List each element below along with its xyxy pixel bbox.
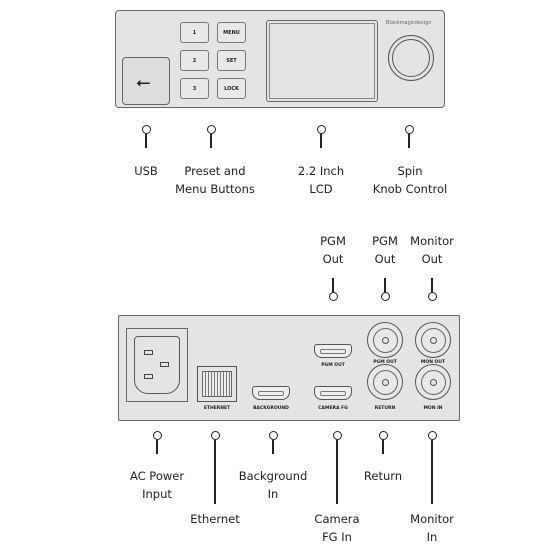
return-port-label: RETURN: [374, 406, 396, 411]
background-port-label: BACKGROUND: [253, 406, 289, 411]
buttons-label: Preset and Menu Buttons: [175, 164, 255, 196]
ac-power-marker: [152, 431, 162, 440]
lcd-screen: [266, 20, 378, 102]
return-label: Return: [363, 469, 403, 483]
pgm-out-hdmi-label-port: PGM OUT: [321, 363, 345, 368]
mon-out-port: [415, 322, 451, 358]
mon-in-port-label: MON IN: [423, 406, 443, 411]
camera-fg-marker: [332, 431, 342, 440]
set-button[interactable]: SET: [217, 50, 246, 71]
background-label: Background In: [238, 469, 308, 501]
pgm-out-sdi-marker: [380, 292, 390, 301]
monitor-out-label: Monitor Out: [410, 234, 454, 266]
background-marker: [268, 431, 278, 440]
usb-port: ⭠: [122, 57, 170, 105]
front-panel: ⭠ 1 MENU 2 SET 3 LOCK Blackmagicdesign: [115, 10, 445, 108]
menu-button[interactable]: MENU: [217, 22, 246, 43]
lcd-callout-marker: [316, 125, 326, 134]
monitor-in-marker: [427, 431, 437, 440]
pgm-out-hdmi-port: [314, 344, 352, 358]
monitor-in-label: Monitor In: [410, 512, 454, 544]
spin-knob[interactable]: [388, 35, 434, 81]
monitor-out-marker: [427, 292, 437, 301]
knob-callout-marker: [404, 125, 414, 134]
camera-fg-hdmi-port: [314, 386, 352, 400]
mon-in-port: [415, 364, 451, 400]
camera-fg-port-label: CAMERA FG: [318, 406, 348, 411]
preset-3-button[interactable]: 3: [180, 78, 209, 99]
lock-button[interactable]: LOCK: [217, 78, 246, 99]
usb-icon: ⭠: [136, 72, 151, 93]
return-port: [367, 364, 403, 400]
pgm-out-sdi-port: [367, 322, 403, 358]
ethernet-marker: [210, 431, 220, 440]
preset-1-button[interactable]: 1: [180, 22, 209, 43]
preset-2-button[interactable]: 2: [180, 50, 209, 71]
ac-power-label: AC Power Input: [129, 469, 185, 501]
ethernet-port: [197, 366, 237, 402]
background-hdmi-port: [252, 386, 290, 400]
usb-callout-marker: [141, 125, 151, 134]
ethernet-port-label: ETHERNET: [203, 406, 231, 411]
ac-power-socket: [126, 328, 188, 402]
pgm-out-hdmi-marker: [328, 292, 338, 301]
brand-logo: Blackmagicdesign: [386, 20, 432, 26]
return-marker: [378, 431, 388, 440]
camera-fg-label: Camera FG In: [314, 512, 360, 544]
rear-panel: ETHERNET BACKGROUND PGM OUT CAMERA FG PG…: [118, 315, 460, 421]
knob-label: Spin Knob Control: [372, 164, 448, 196]
buttons-callout-marker: [206, 125, 216, 134]
ethernet-label: Ethernet: [190, 512, 240, 526]
